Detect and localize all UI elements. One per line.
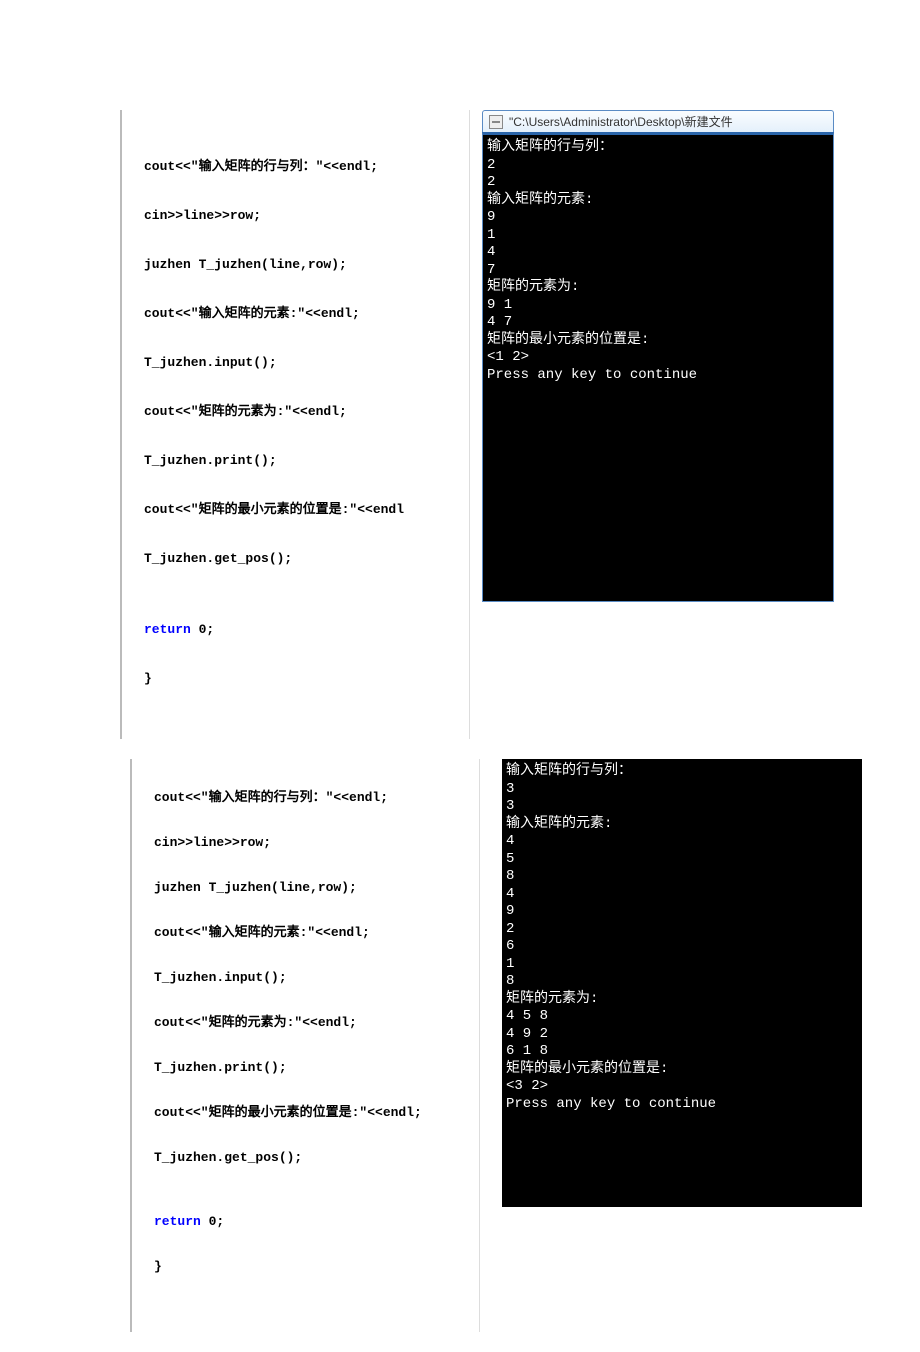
code-string: 输入矩阵的行与列：" xyxy=(209,790,334,805)
code-text: <<endl; xyxy=(333,790,388,805)
code-text: <<endl xyxy=(357,502,404,517)
code-string: 输入矩阵的元素:" xyxy=(209,925,316,940)
code-text: <<endl; xyxy=(302,1015,357,1030)
code-string: 矩阵的最小元素的位置是:" xyxy=(199,502,358,517)
code-text: } xyxy=(144,670,469,688)
terminal-window-2: 输入矩阵的行与列： 3 3 输入矩阵的元素: 4 5 8 4 9 2 6 1 8… xyxy=(502,759,862,1207)
example-2-row: cout<<"输入矩阵的行与列："<<endl; cin>>line>>row;… xyxy=(0,759,920,1332)
code-string: 输入矩阵的行与列：" xyxy=(199,159,324,174)
code-pane-1: cout<<"输入矩阵的行与列："<<endl; cin>>line>>row;… xyxy=(120,110,470,739)
code-keyword: return xyxy=(154,1214,201,1229)
app-icon xyxy=(489,115,503,129)
code-text: T_juzhen.input(); xyxy=(144,354,469,372)
code-text: <<endl; xyxy=(367,1105,422,1120)
code-text: juzhen T_juzhen(line,row); xyxy=(154,879,479,897)
example-1-row: cout<<"输入矩阵的行与列："<<endl; cin>>line>>row;… xyxy=(0,110,920,739)
code-string: 输入矩阵的元素:" xyxy=(199,306,306,321)
code-text: <<endl; xyxy=(292,404,347,419)
code-text: T_juzhen.get_pos(); xyxy=(154,1149,479,1167)
code-text: cout<<" xyxy=(154,1105,209,1120)
code-text: cout<<" xyxy=(144,404,199,419)
code-text: } xyxy=(154,1258,479,1276)
code-text: 0; xyxy=(191,622,214,637)
code-text: cout<<" xyxy=(144,159,199,174)
code-text: cout<<" xyxy=(154,1015,209,1030)
terminal-output-2: 输入矩阵的行与列： 3 3 输入矩阵的元素: 4 5 8 4 9 2 6 1 8… xyxy=(502,759,862,1207)
code-text: T_juzhen.get_pos(); xyxy=(144,550,469,568)
code-text: <<endl; xyxy=(305,306,360,321)
code-string: 矩阵的元素为:" xyxy=(209,1015,303,1030)
terminal-window-1: "C:\Users\Administrator\Desktop\新建文件 输入矩… xyxy=(482,110,834,602)
code-text: cin>>line>>row; xyxy=(144,207,469,225)
code-text: <<endl; xyxy=(315,925,370,940)
code-string: 矩阵的最小元素的位置是:" xyxy=(209,1105,368,1120)
code-text: cout<<" xyxy=(144,306,199,321)
code-text: cin>>line>>row; xyxy=(154,834,479,852)
code-text: cout<<" xyxy=(154,925,209,940)
code-text: cout<<" xyxy=(154,790,209,805)
terminal-title-bar[interactable]: "C:\Users\Administrator\Desktop\新建文件 xyxy=(482,110,834,132)
code-text: cout<<" xyxy=(144,502,199,517)
code-text: T_juzhen.print(); xyxy=(154,1059,479,1077)
code-string: 矩阵的元素为:" xyxy=(199,404,293,419)
code-keyword: return xyxy=(144,622,191,637)
terminal-output-1: 输入矩阵的行与列： 2 2 输入矩阵的元素: 9 1 4 7 矩阵的元素为: 9… xyxy=(482,132,834,602)
code-text: T_juzhen.print(); xyxy=(144,452,469,470)
terminal-title: "C:\Users\Administrator\Desktop\新建文件 xyxy=(509,113,733,130)
code-text: <<endl; xyxy=(323,159,378,174)
code-text: juzhen T_juzhen(line,row); xyxy=(144,256,469,274)
code-text: T_juzhen.input(); xyxy=(154,969,479,987)
code-pane-2: cout<<"输入矩阵的行与列："<<endl; cin>>line>>row;… xyxy=(130,759,480,1332)
code-text: 0; xyxy=(201,1214,224,1229)
